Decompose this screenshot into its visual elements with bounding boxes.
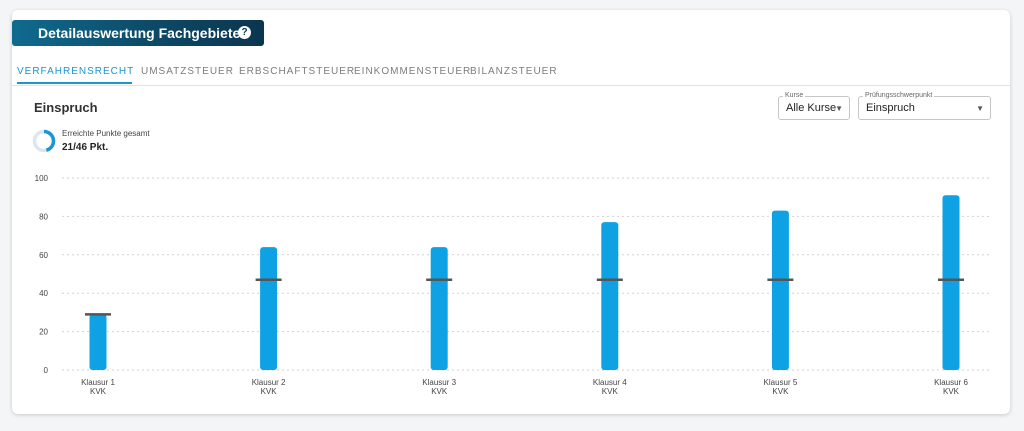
- bar: [89, 314, 107, 370]
- x-category-label: Klausur 6: [934, 378, 968, 387]
- x-category-sublabel: KVK: [431, 387, 448, 396]
- bar-chart: 020406080100Klausur 1KVKKlausur 2KVKKlau…: [35, 174, 992, 396]
- x-category-label: Klausur 5: [764, 378, 798, 387]
- x-category-label: Klausur 3: [422, 378, 456, 387]
- x-category-label: Klausur 1: [81, 378, 115, 387]
- bar: [260, 247, 278, 370]
- x-category-sublabel: KVK: [772, 387, 789, 396]
- y-tick-label: 0: [44, 366, 49, 375]
- x-category-sublabel: KVK: [261, 387, 278, 396]
- x-category-sublabel: KVK: [90, 387, 107, 396]
- bar: [430, 247, 448, 370]
- y-tick-label: 60: [39, 251, 48, 260]
- y-tick-label: 20: [39, 328, 48, 337]
- bar: [771, 210, 789, 370]
- x-category-sublabel: KVK: [602, 387, 619, 396]
- bar: [601, 222, 619, 370]
- y-tick-label: 40: [39, 289, 48, 298]
- detail-card: Detailauswertung Fachgebiete ? VERFAHREN…: [12, 10, 1010, 414]
- x-category-sublabel: KVK: [943, 387, 960, 396]
- y-tick-label: 100: [35, 174, 49, 183]
- y-tick-label: 80: [39, 212, 48, 221]
- x-category-label: Klausur 2: [252, 378, 286, 387]
- x-category-label: Klausur 4: [593, 378, 627, 387]
- bar: [942, 195, 960, 370]
